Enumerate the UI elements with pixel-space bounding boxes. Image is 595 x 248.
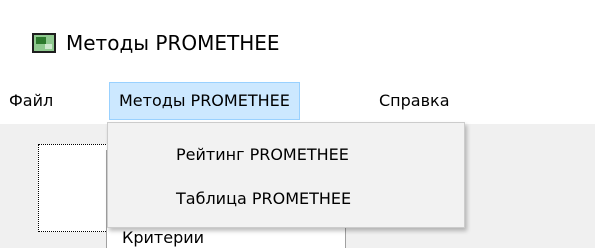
- menu-promethee-methods[interactable]: Методы PROMETHEE: [109, 82, 300, 120]
- menu-item-promethee-rating[interactable]: Рейтинг PROMETHEE: [108, 135, 464, 175]
- promethee-methods-dropdown: Рейтинг PROMETHEE Таблица PROMETHEE: [107, 122, 465, 228]
- menu-item-promethee-table[interactable]: Таблица PROMETHEE: [108, 179, 464, 219]
- title-bar: Методы PROMETHEE: [0, 0, 595, 78]
- menu-bar: Файл Методы PROMETHEE Справка: [0, 78, 595, 124]
- criteria-label: Критерии: [122, 228, 205, 247]
- menu-help[interactable]: Справка: [370, 82, 459, 120]
- window-title: Методы PROMETHEE: [66, 31, 280, 55]
- menu-file[interactable]: Файл: [0, 82, 62, 120]
- app-window-icon[interactable]: [32, 33, 56, 53]
